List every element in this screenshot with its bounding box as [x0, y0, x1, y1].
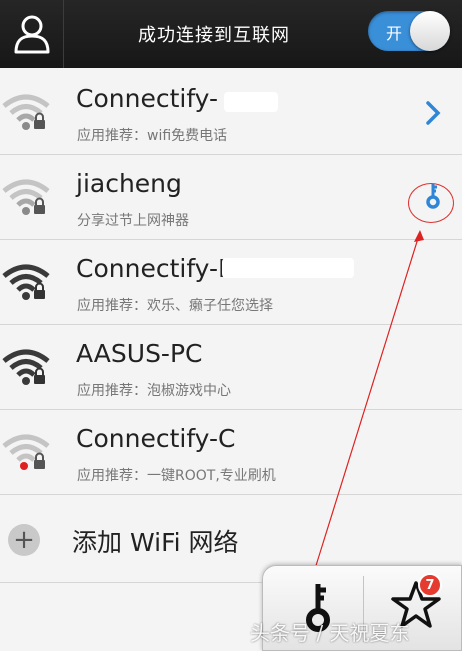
redaction-mask — [222, 258, 354, 278]
wifi-network-row[interactable]: jiacheng 分享过节上网神器 — [0, 155, 462, 240]
toggle-label: 开 — [386, 24, 403, 43]
network-ssid: Connectify-C — [76, 424, 236, 453]
network-subtitle: 应用推荐：一键ROOT,专业刷机 — [77, 468, 276, 484]
network-ssid: jiacheng — [76, 169, 182, 198]
toggle-knob — [410, 11, 450, 51]
connection-status-title: 成功连接到互联网 — [138, 25, 290, 46]
network-ssid: AASUS-PC — [76, 339, 203, 368]
network-subtitle: 分享过节上网神器 — [77, 213, 189, 229]
chevron-right-icon[interactable] — [418, 98, 448, 128]
add-wifi-label: 添加 WiFi 网络 — [72, 528, 239, 557]
wifi-weak-locked-icon — [2, 179, 50, 215]
top-bar: 成功连接到互联网 开 — [0, 0, 462, 68]
network-ssid: Connectify- — [76, 84, 219, 113]
wifi-network-row[interactable]: Connectify-C 应用推荐：一键ROOT,专业刷机 — [0, 410, 462, 495]
watermark-text: 头条号 / 天祝夏东 — [250, 621, 410, 645]
network-subtitle: 应用推荐：泡椒游戏中心 — [77, 383, 231, 399]
wifi-toggle[interactable]: 开 — [368, 11, 450, 51]
plus-icon: + — [8, 524, 40, 556]
redaction-mask — [224, 92, 278, 112]
highlight-circle — [408, 183, 454, 223]
wifi-weak-locked-icon — [2, 434, 50, 470]
network-subtitle: 应用推荐：欢乐、癞子任您选择 — [77, 298, 273, 314]
wifi-weak-locked-icon — [2, 94, 50, 130]
wifi-network-row[interactable]: AASUS-PC 应用推荐：泡椒游戏中心 — [0, 325, 462, 410]
wifi-network-list: Connectify- 应用推荐：wifi免费电话 jiacheng 分享过节上… — [0, 70, 462, 583]
wifi-network-row[interactable]: Connectify- 应用推荐：wifi免费电话 — [0, 70, 462, 155]
user-icon — [14, 15, 49, 54]
network-subtitle: 应用推荐：wifi免费电话 — [77, 128, 228, 144]
user-button[interactable] — [0, 0, 64, 68]
wifi-strong-locked-icon — [2, 349, 50, 385]
wifi-strong-locked-icon — [2, 264, 50, 300]
wifi-network-row[interactable]: Connectify-FUCK 应用推荐：欢乐、癞子任您选择 — [0, 240, 462, 325]
notification-badge: 7 — [418, 573, 442, 597]
